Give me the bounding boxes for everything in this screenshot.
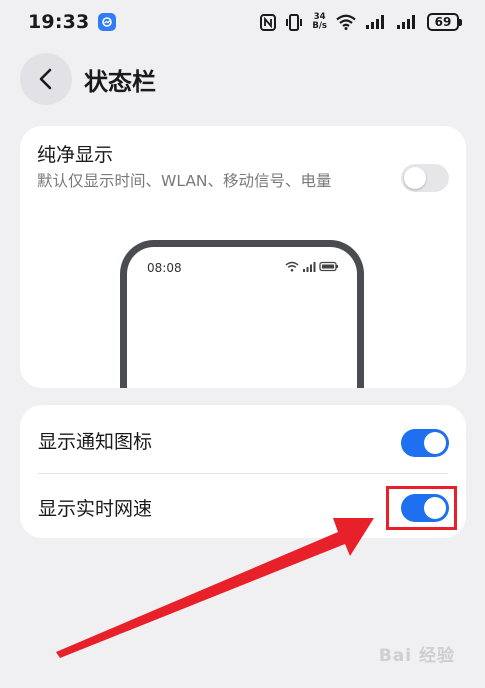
annotation-arrow <box>56 518 374 658</box>
watermark: Bai 经验 <box>378 646 455 666</box>
